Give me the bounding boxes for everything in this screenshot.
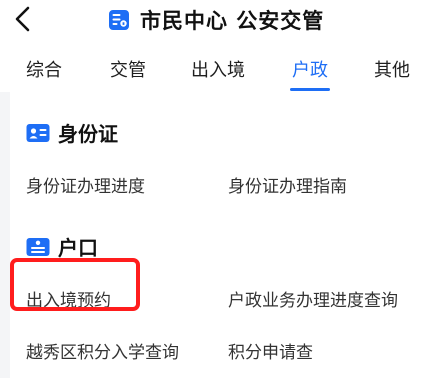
service-card: 身份证 身份证办理进度 身份证办理指南 户口 出入境预约 户政业务办理进度查询 …	[10, 92, 440, 378]
active-tab-indicator	[290, 88, 330, 91]
tab-traffic[interactable]: 交管	[110, 56, 146, 82]
page-title: 市民中心 公安交管	[140, 9, 325, 33]
section-header-household: 户口	[26, 232, 98, 261]
tab-household[interactable]: 户政	[292, 56, 328, 82]
category-tabs: 综合 交管 出入境 户政 其他	[0, 40, 440, 92]
app-header: 市民中心 公安交管	[0, 0, 440, 40]
link-id-guide[interactable]: 身份证办理指南	[228, 172, 347, 197]
tab-general[interactable]: 综合	[26, 56, 62, 82]
highlight-box	[10, 258, 140, 311]
tab-other[interactable]: 其他	[374, 56, 410, 82]
section-header-id-card: 身份证	[26, 118, 118, 147]
household-register-icon	[26, 237, 50, 256]
chevron-left-icon[interactable]	[10, 4, 38, 34]
link-points-school-query[interactable]: 越秀区积分入学查询	[26, 338, 179, 363]
section-title-id-card: 身份证	[58, 122, 118, 146]
link-id-progress[interactable]: 身份证办理进度	[26, 172, 145, 197]
tab-exit-entry[interactable]: 出入境	[191, 56, 245, 82]
link-points-apply[interactable]: 积分申请查	[228, 338, 313, 363]
page-title-group: 市民中心 公安交管	[108, 5, 324, 35]
link-household-progress[interactable]: 户政业务办理进度查询	[228, 286, 398, 311]
section-title-household: 户口	[58, 236, 98, 260]
id-document-icon	[109, 10, 129, 30]
id-card-icon	[26, 123, 50, 142]
